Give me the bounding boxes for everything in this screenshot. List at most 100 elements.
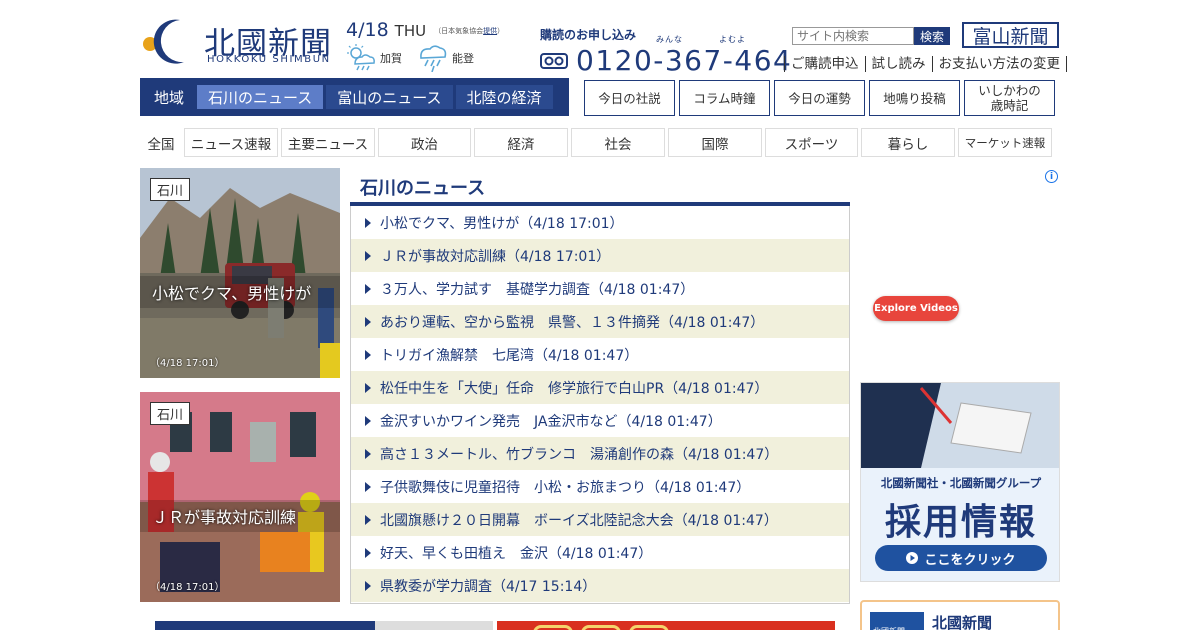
bullet-triangle-icon [365,283,371,294]
news-headline[interactable]: あおり運転、空から監視 県警、１３件摘発（4/18 01:47） [380,312,764,332]
free-dial-icon [540,52,568,69]
ad-info-icon[interactable]: i [1045,170,1058,183]
recruit-banner[interactable]: 北國新聞社・北國新聞グループ 採用情報 ここをクリック [860,382,1060,582]
search-input[interactable] [792,27,914,45]
cloud-rain-icon [420,45,447,72]
bullet-triangle-icon [365,481,371,492]
feature-photo-jr[interactable]: 石川 ＪＲが事故対応訓練 （4/18 17:01） [140,392,340,602]
genre-all[interactable]: 全国 [140,128,182,157]
genre-society[interactable]: 社会 [571,128,665,157]
date-value: 4/18 [346,19,389,41]
news-item[interactable]: 県教委が学力調査（4/17 15:14） [351,569,849,602]
link-trial[interactable]: 試し読み [864,56,932,72]
column-jisho-button[interactable]: コラム時鐘 [679,80,770,116]
photo-timestamp: （4/18 17:01） [150,582,225,593]
bullet-triangle-icon [365,547,371,558]
date-display: 4/18 THU （日本気象協会提供） [346,19,504,41]
bottom-banner-right[interactable] [497,621,835,630]
recruit-button-label: ここをクリック [924,552,1016,568]
weather-area-noto: 能登 [452,52,474,65]
promo-title: 北國新聞 [932,614,993,630]
bottom-banner-left[interactable] [155,621,493,630]
news-item[interactable]: ３万人、学力試す 基礎学力調査（4/18 01:47） [351,272,849,305]
weekday: THU [394,22,427,40]
utility-links: ご購読申込 試し読み お支払い方法の変更 [784,56,1067,72]
link-payment-change[interactable]: お支払い方法の変更 [931,56,1067,72]
bullet-triangle-icon [365,349,371,360]
news-item[interactable]: あおり運転、空から監視 県警、１３件摘発（4/18 01:47） [351,305,849,338]
sun-cloud-rain-icon [347,44,375,71]
logo-roman: HOKKOKU SHIMBUN [207,54,331,65]
genre-economy[interactable]: 経済 [474,128,568,157]
hokkoku-promo-box[interactable]: 北國新聞 北國新聞 [860,600,1060,630]
toyama-shimbun-logo[interactable]: 富山新聞 [962,22,1059,48]
bullet-triangle-icon [365,448,371,459]
weather-area-kaga: 加賀 [380,52,402,65]
genre-sports[interactable]: スポーツ [765,128,858,157]
genre-international[interactable]: 国際 [668,128,762,157]
ishikawa-seasonal-button[interactable]: いしかわの 歳時記 [964,80,1055,116]
news-headline[interactable]: 北國旗懸け２０日開幕 ボーイズ北陸記念大会（4/18 01:47） [380,510,778,530]
news-headline[interactable]: 高さ１３メートル、竹ブランコ 湯涌創作の森（4/18 01:47） [380,444,778,464]
news-item[interactable]: 小松でクマ、男性けが（4/18 17:01） [351,206,849,239]
feature-photo-bear[interactable]: 石川 小松でクマ、男性けが （4/18 17:01） [140,168,340,378]
news-headline[interactable]: トリガイ漁解禁 七尾湾（4/18 01:47） [380,345,638,365]
link-subscribe[interactable]: ご購読申込 [784,56,865,72]
horoscope-button[interactable]: 今日の運勢 [774,80,865,116]
promo-logo: 北國新聞 [870,612,924,630]
site-logo[interactable]: 北國新聞 HOKKOKU SHIMBUN [140,16,340,66]
weather-source-link[interactable]: 提供 [483,27,497,35]
reader-posts-button[interactable]: 地鳴り投稿 [869,80,960,116]
tab-toyama-news[interactable]: 富山のニュース [326,85,453,109]
region-nav-label: 地域 [154,88,185,107]
recruit-click-button[interactable]: ここをクリック [875,545,1047,571]
weather-kaga[interactable]: 加賀 [346,44,402,72]
genre-top-news[interactable]: 主要ニュース [281,128,375,157]
news-headline[interactable]: ３万人、学力試す 基礎学力調査（4/18 01:47） [380,279,694,299]
banner-image [375,621,493,630]
subscribe-label: 購読のお申し込み [540,28,637,42]
bullet-triangle-icon [365,316,371,327]
news-headline[interactable]: ＪＲが事故対応訓練（4/18 17:01） [380,246,610,266]
news-item[interactable]: 高さ１３メートル、竹ブランコ 湯涌創作の森（4/18 01:47） [351,437,849,470]
genre-breaking-news[interactable]: ニュース速報 [184,128,278,157]
news-item[interactable]: 子供歌舞伎に児童招待 小松・お旅まつり（4/18 01:47） [351,470,849,503]
weather-source: （日本気象協会提供） [434,26,505,35]
news-item[interactable]: トリガイ漁解禁 七尾湾（4/18 01:47） [351,338,849,371]
tab-ishikawa-news[interactable]: 石川のニュース [197,85,324,109]
region-tag: 石川 [150,178,191,201]
bullet-triangle-icon [365,415,371,426]
bullet-triangle-icon [365,514,371,525]
news-headline[interactable]: 松任中生を「大使」任命 修学旅行で白山PR（4/18 01:47） [380,378,768,398]
recruit-subtitle: 北國新聞社・北國新聞グループ [880,476,1042,490]
news-headline[interactable]: 好天、早くも田植え 金沢（4/18 01:47） [380,543,652,563]
phone-number: 0120-367-464 [576,44,793,77]
news-item[interactable]: 金沢すいかワイン発売 JA金沢市など（4/18 01:47） [351,404,849,437]
news-headline[interactable]: 小松でクマ、男性けが（4/18 17:01） [380,213,624,233]
genre-market-news[interactable]: マーケット速報 [958,128,1052,157]
news-item[interactable]: 好天、早くも田植え 金沢（4/18 01:47） [351,536,849,569]
news-item[interactable]: ＪＲが事故対応訓練（4/18 17:01） [351,239,849,272]
explore-videos-button[interactable]: Explore Videos [873,296,959,321]
region-nav: 地域 石川のニュース 富山のニュース 北陸の経済 [140,78,569,116]
photo-caption: ＪＲが事故対応訓練 [140,500,340,532]
news-section-title: 石川のニュース [350,168,850,206]
weather-noto[interactable]: 能登 [418,44,474,72]
subscribe-phone[interactable]: 0120-367-464 [540,44,792,77]
recruit-title: 採用情報 [884,502,1037,543]
news-item[interactable]: 松任中生を「大使」任命 修学旅行で白山PR（4/18 01:47） [351,371,849,404]
editorial-button[interactable]: 今日の社説 [584,80,675,116]
news-item[interactable]: 北國旗懸け２０日開幕 ボーイズ北陸記念大会（4/18 01:47） [351,503,849,536]
search-button[interactable]: 検索 [914,27,950,45]
news-headline[interactable]: 県教委が学力調査（4/17 15:14） [380,576,596,596]
genre-lifestyle[interactable]: 暮らし [861,128,955,157]
play-arrow-icon [906,552,919,564]
genre-politics[interactable]: 政治 [378,128,471,157]
region-tag: 石川 [150,402,191,425]
photo-timestamp: （4/18 17:01） [150,358,225,369]
news-headline[interactable]: 子供歌舞伎に児童招待 小松・お旅まつり（4/18 01:47） [380,477,750,497]
news-headline[interactable]: 金沢すいかワイン発売 JA金沢市など（4/18 01:47） [380,411,722,431]
bullet-triangle-icon [365,382,371,393]
tab-hokuriku-economy[interactable]: 北陸の経済 [455,85,553,109]
bullet-triangle-icon [365,217,371,228]
